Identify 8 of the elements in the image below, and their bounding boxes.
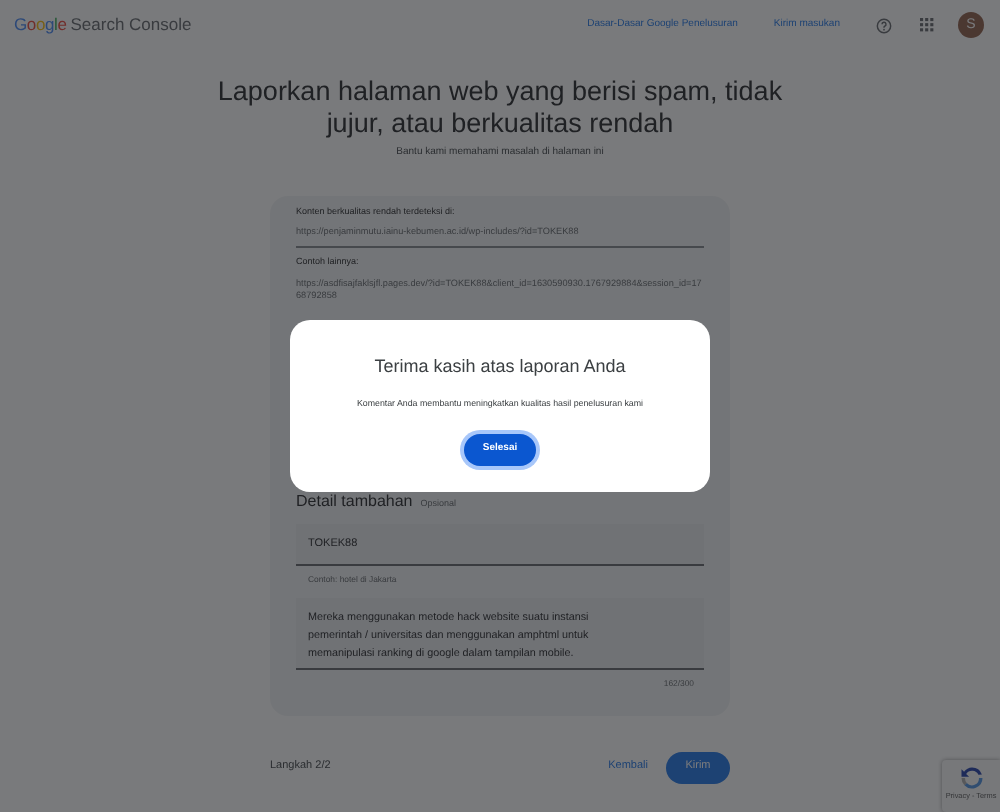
dialog-title: Terima kasih atas laporan Anda bbox=[372, 354, 628, 380]
page-title: Laporkan halaman web yang berisi spam, tidak jujur, atau berkualitas rendah bbox=[215, 76, 785, 140]
section-heading: Detail tambahan bbox=[296, 490, 413, 514]
recaptcha-icon bbox=[957, 764, 985, 793]
product-name: Search Console bbox=[70, 12, 192, 38]
apps-grid-icon[interactable] bbox=[920, 18, 934, 32]
help-icon[interactable] bbox=[876, 17, 892, 33]
brand-logo: Google bbox=[14, 12, 67, 38]
